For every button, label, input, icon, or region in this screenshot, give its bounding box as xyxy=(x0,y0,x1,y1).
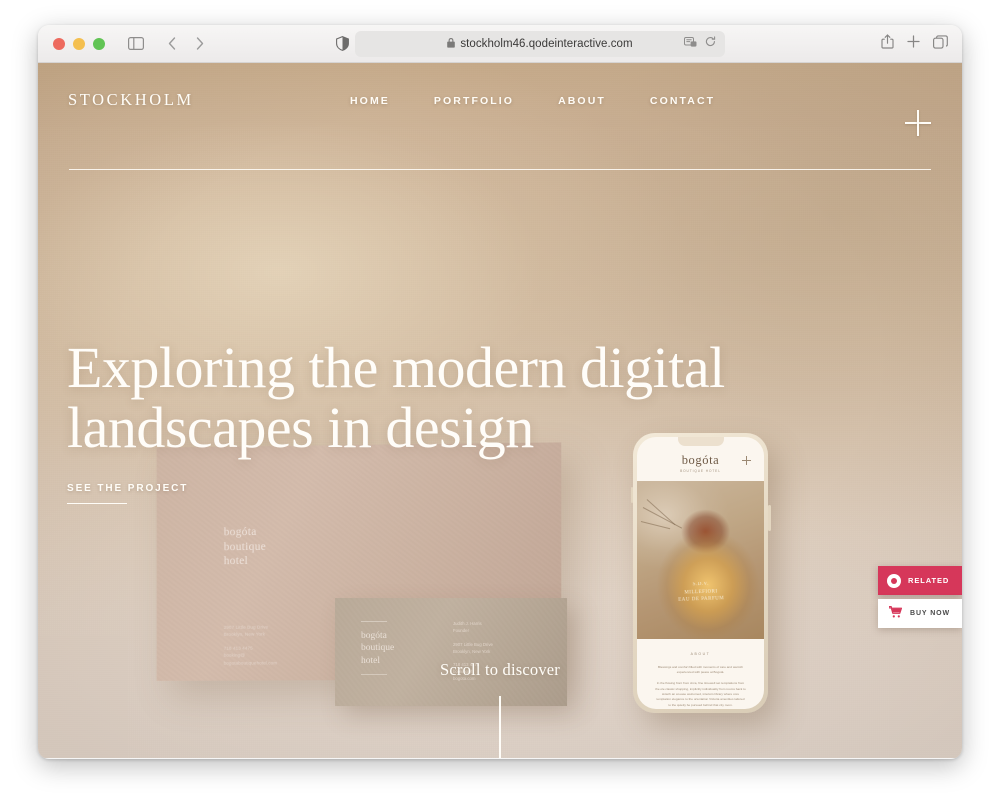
poster-logo-text: bogóta boutique hotel xyxy=(223,526,267,568)
nav-item-contact[interactable]: CONTACT xyxy=(650,95,715,107)
toolbar-right-actions xyxy=(881,25,948,63)
back-chevron-icon[interactable] xyxy=(159,31,185,57)
lock-icon xyxy=(447,38,456,50)
main-navigation: HOME PORTFOLIO ABOUT CONTACT xyxy=(350,95,715,107)
window-controls xyxy=(53,37,105,50)
phone-power-button xyxy=(768,505,771,531)
address-bar-actions xyxy=(684,35,716,53)
see-the-project-underline xyxy=(67,502,127,504)
business-card-rule-top xyxy=(361,621,387,622)
related-button[interactable]: RELATED xyxy=(878,566,962,595)
phone-section-label: ABOUT xyxy=(690,652,711,656)
buy-now-button[interactable]: BUY NOW xyxy=(878,599,962,628)
floating-side-buttons: RELATED BUY NOW xyxy=(878,566,962,628)
page-viewport: bogóta boutique hotel 2907 Little Bug Dr… xyxy=(38,63,962,758)
nav-item-home[interactable]: HOME xyxy=(350,95,390,107)
scroll-line xyxy=(499,696,501,758)
scroll-prompt-text: Scroll to discover xyxy=(440,660,560,679)
minimize-window-button[interactable] xyxy=(73,37,85,50)
phone-plus-icon[interactable] xyxy=(742,456,751,465)
site-header: STOCKHOLM HOME PORTFOLIO ABOUT CONTACT xyxy=(38,63,962,138)
header-divider xyxy=(69,169,931,171)
related-button-label: RELATED xyxy=(908,576,950,585)
hero-section: Exploring the modern digital landscapes … xyxy=(67,335,725,504)
nav-item-about[interactable]: ABOUT xyxy=(558,95,606,107)
reload-icon[interactable] xyxy=(705,35,716,53)
qode-logo-icon xyxy=(887,573,901,588)
scroll-indicator: Scroll to discover xyxy=(38,660,962,758)
reader-view-icon[interactable] xyxy=(684,35,697,53)
privacy-shield-icon[interactable] xyxy=(329,31,355,57)
buy-now-button-label: BUY NOW xyxy=(910,610,951,617)
shopping-cart-icon xyxy=(888,605,903,623)
zoom-window-button[interactable] xyxy=(93,37,105,50)
navigation-buttons xyxy=(159,31,213,57)
page-title: Exploring the modern digital landscapes … xyxy=(67,335,725,461)
tab-overview-icon[interactable] xyxy=(933,34,948,54)
share-icon[interactable] xyxy=(881,34,894,54)
new-tab-plus-icon[interactable] xyxy=(907,35,920,53)
see-the-project-link[interactable]: SEE THE PROJECT xyxy=(67,483,188,494)
nav-item-portfolio[interactable]: PORTFOLIO xyxy=(434,95,514,107)
site-logo[interactable]: STOCKHOLM xyxy=(68,90,194,110)
address-bar[interactable]: stockholm46.qodeinteractive.com xyxy=(355,31,725,57)
url-text: stockholm46.qodeinteractive.com xyxy=(460,38,633,50)
perfume-label-text: S.D.V. MILLEFIORI EAU DE PARFUM xyxy=(677,581,724,603)
plus-menu-icon[interactable] xyxy=(905,110,931,136)
forward-chevron-icon[interactable] xyxy=(187,31,213,57)
phone-hero-photo: S.D.V. MILLEFIORI EAU DE PARFUM xyxy=(637,481,764,639)
browser-window: stockholm46.qodeinteractive.com bogóta b… xyxy=(38,25,962,759)
close-window-button[interactable] xyxy=(53,37,65,50)
browser-toolbar: stockholm46.qodeinteractive.com xyxy=(38,25,962,63)
sidebar-toggle-icon[interactable] xyxy=(123,31,149,57)
